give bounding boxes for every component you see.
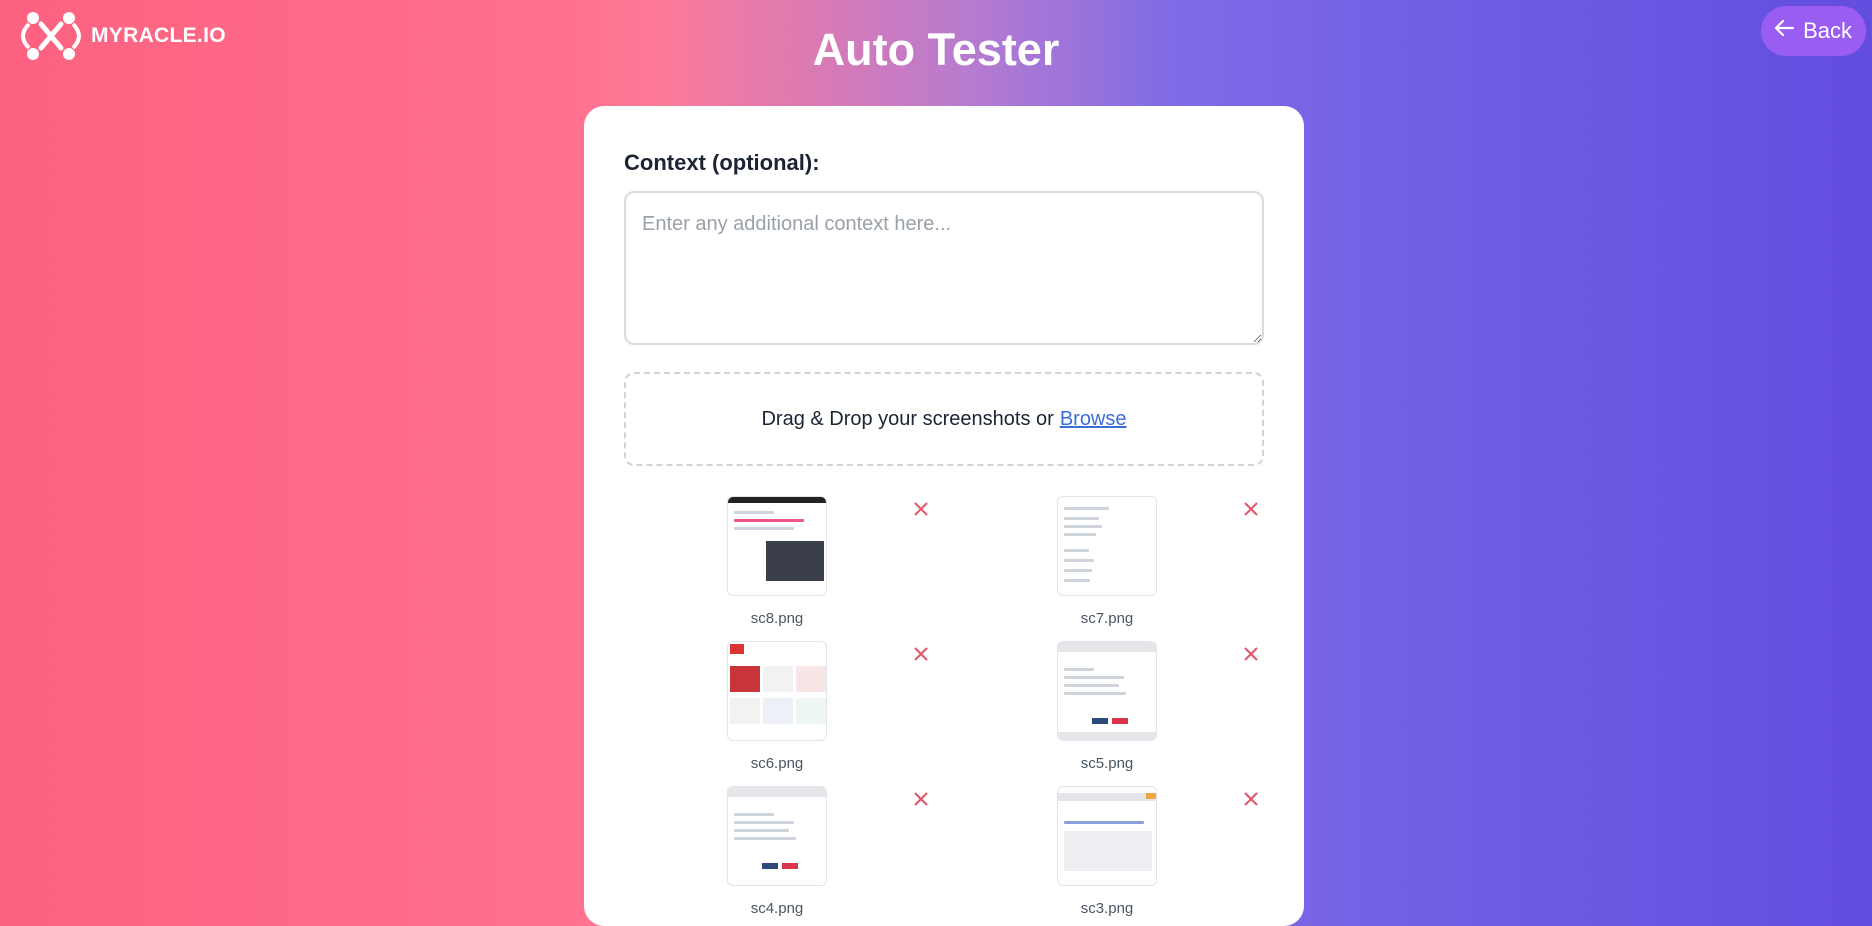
file-name: sc8.png bbox=[750, 610, 804, 627]
remove-file-button[interactable] bbox=[910, 500, 932, 522]
dropzone-text: Drag & Drop your screenshots or bbox=[761, 407, 1054, 430]
close-icon bbox=[913, 646, 929, 667]
file-thumbnail bbox=[1057, 641, 1157, 741]
close-icon bbox=[1243, 501, 1259, 522]
file-name: sc6.png bbox=[750, 755, 804, 772]
close-icon bbox=[913, 791, 929, 812]
file-item: sc5.png bbox=[1052, 641, 1162, 772]
file-name: sc4.png bbox=[750, 900, 804, 917]
page-title: Auto Tester bbox=[812, 24, 1060, 75]
remove-file-button[interactable] bbox=[1240, 790, 1262, 812]
file-thumbnail bbox=[727, 496, 827, 596]
browse-link[interactable]: Browse bbox=[1060, 408, 1127, 431]
file-thumbnail bbox=[1057, 496, 1157, 596]
screenshot-dropzone[interactable]: Drag & Drop your screenshots or Browse bbox=[624, 372, 1264, 466]
close-icon bbox=[913, 501, 929, 522]
remove-file-button[interactable] bbox=[910, 790, 932, 812]
back-button[interactable]: Back bbox=[1761, 6, 1866, 56]
arrow-left-icon bbox=[1773, 17, 1795, 45]
file-thumbnail bbox=[727, 786, 827, 886]
file-item: sc6.png bbox=[722, 641, 832, 772]
file-name: sc7.png bbox=[1080, 610, 1134, 627]
file-name: sc5.png bbox=[1080, 755, 1134, 772]
file-item: sc7.png bbox=[1052, 496, 1162, 627]
close-icon bbox=[1243, 791, 1259, 812]
file-thumbnail bbox=[727, 641, 827, 741]
context-input[interactable] bbox=[624, 191, 1264, 345]
file-item: sc3.png bbox=[1052, 786, 1162, 917]
file-name: sc3.png bbox=[1080, 900, 1134, 917]
remove-file-button[interactable] bbox=[1240, 500, 1262, 522]
file-item: sc4.png bbox=[722, 786, 832, 917]
remove-file-button[interactable] bbox=[1240, 645, 1262, 667]
close-icon bbox=[1243, 646, 1259, 667]
file-thumbnail bbox=[1057, 786, 1157, 886]
back-button-label: Back bbox=[1803, 18, 1852, 43]
file-item: sc8.png bbox=[722, 496, 832, 627]
remove-file-button[interactable] bbox=[910, 645, 932, 667]
upload-card: Context (optional): Drag & Drop your scr… bbox=[584, 106, 1304, 926]
context-label: Context (optional): bbox=[624, 150, 820, 175]
